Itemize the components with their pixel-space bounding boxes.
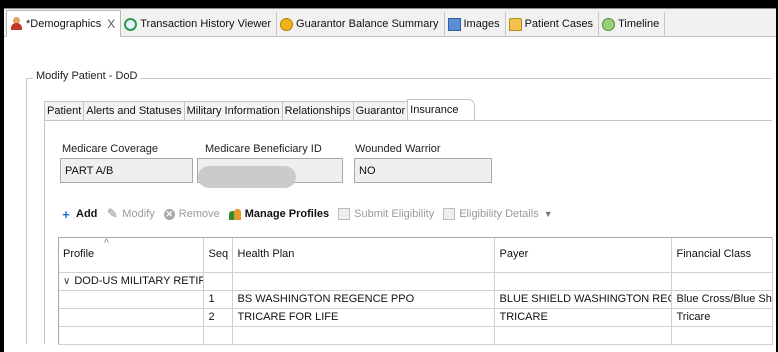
image-icon xyxy=(447,17,461,31)
tab-insurance[interactable]: Insurance xyxy=(407,99,476,120)
coin-icon xyxy=(280,17,294,31)
tab-guarantor[interactable]: Guarantor xyxy=(352,101,408,120)
table-row[interactable]: 1 BS WASHINGTON REGENCE PPO BLUE SHIELD … xyxy=(58,290,773,309)
column-header-seq[interactable]: Seq xyxy=(203,237,233,273)
group-label: DOD-US MILITARY RETIRED xyxy=(74,275,202,287)
tab-patient-cases[interactable]: Patient Cases xyxy=(506,12,600,36)
patient-subtab-bar: Patient Alerts and Statuses Military Inf… xyxy=(44,99,476,120)
eligibility-details-icon xyxy=(443,208,456,220)
folder-icon xyxy=(508,17,522,31)
wounded-warrior-field[interactable]: NO xyxy=(354,158,492,183)
medicare-beneficiary-id-label: Medicare Beneficiary ID xyxy=(205,143,322,155)
eligibility-details-button[interactable]: Eligibility Details xyxy=(443,208,539,220)
plus-icon: + xyxy=(62,206,70,222)
medicare-coverage-field[interactable]: PART A/B xyxy=(60,158,193,183)
insurance-toolbar: + Add ✎ Modify ✕ Remove Manage Profiles … xyxy=(60,205,553,223)
submit-eligibility-icon xyxy=(338,208,351,220)
eligibility-details-label: Eligibility Details xyxy=(459,208,539,220)
tab-transaction-history-viewer-label: Transaction History Viewer xyxy=(140,18,272,30)
profile-cell xyxy=(58,290,204,309)
column-header-profile-label: Profile xyxy=(63,248,95,261)
health-plan-cell: TRICARE FOR LIFE xyxy=(232,308,495,327)
tab-timeline[interactable]: Timeline xyxy=(599,12,666,36)
tab-demographics-label: *Demographics xyxy=(26,17,102,30)
add-label: Add xyxy=(76,208,98,220)
seq-cell: 2 xyxy=(203,308,233,327)
column-header-health-plan[interactable]: Health Plan xyxy=(232,237,495,273)
tab-patient[interactable]: Patient xyxy=(44,101,84,120)
tab-guarantor-balance-summary[interactable]: Guarantor Balance Summary xyxy=(277,12,445,36)
tab-guarantor-balance-summary-label: Guarantor Balance Summary xyxy=(296,18,439,30)
insurance-profiles-table: ^ Profile Seq Health Plan Payer Financial… xyxy=(58,237,773,345)
remove-icon: ✕ xyxy=(163,208,175,220)
group-cell: ∨ DOD-US MILITARY RETIRED xyxy=(58,272,204,291)
table-row xyxy=(58,326,773,345)
payer-cell: TRICARE xyxy=(494,308,672,327)
wounded-warrior-label: Wounded Warrior xyxy=(355,143,441,155)
seq-cell: 1 xyxy=(203,290,233,309)
financial-class-cell: Blue Cross/Blue Shield xyxy=(671,290,773,309)
submit-eligibility-label: Submit Eligibility xyxy=(354,208,435,220)
table-group-row[interactable]: ∨ DOD-US MILITARY RETIRED xyxy=(58,272,773,291)
tab-relationships[interactable]: Relationships xyxy=(281,101,353,120)
tab-timeline-label: Timeline xyxy=(618,18,660,30)
medicare-coverage-label: Medicare Coverage xyxy=(62,143,158,155)
profile-cell xyxy=(58,308,204,327)
tab-patient-cases-label: Patient Cases xyxy=(524,18,594,30)
remove-button[interactable]: ✕ Remove xyxy=(163,208,220,220)
patient-person-icon xyxy=(10,17,23,30)
manage-profiles-button[interactable]: Manage Profiles xyxy=(228,208,330,220)
table-header-row: ^ Profile Seq Health Plan Payer Financial… xyxy=(58,237,773,273)
payer-cell: BLUE SHIELD WASHINGTON REGENCE xyxy=(494,290,672,309)
tab-alerts-and-statuses[interactable]: Alerts and Statuses xyxy=(83,101,184,120)
modify-label: Modify xyxy=(122,208,155,220)
column-header-financial-class[interactable]: Financial Class xyxy=(671,237,773,273)
timeline-icon xyxy=(602,17,616,31)
remove-label: Remove xyxy=(178,208,220,220)
tab-military-information[interactable]: Military Information xyxy=(183,101,282,120)
submit-eligibility-button[interactable]: Submit Eligibility xyxy=(338,208,434,220)
redacted-value-mask xyxy=(198,166,296,188)
document-tab-bar: *Demographics X Transaction History View… xyxy=(4,9,776,37)
column-header-payer[interactable]: Payer xyxy=(494,237,672,273)
clock-icon xyxy=(124,17,138,31)
tab-images[interactable]: Images xyxy=(445,12,506,36)
column-header-profile[interactable]: ^ Profile xyxy=(58,237,204,273)
wand-icon: ✎ xyxy=(106,206,118,221)
sort-caret-icon: ^ xyxy=(104,238,109,249)
panel-title: Modify Patient - DoD xyxy=(33,70,141,82)
add-button[interactable]: + Add xyxy=(60,206,98,222)
table-row[interactable]: 2 TRICARE FOR LIFE TRICARE Tricare xyxy=(58,308,773,327)
tab-images-label: Images xyxy=(463,18,500,30)
tab-transaction-history-viewer[interactable]: Transaction History Viewer xyxy=(121,12,278,36)
chevron-down-icon[interactable]: ∨ xyxy=(63,276,70,287)
health-plan-cell: BS WASHINGTON REGENCE PPO xyxy=(232,290,495,309)
chevron-down-icon[interactable]: ▼ xyxy=(544,209,553,219)
modify-button[interactable]: ✎ Modify xyxy=(106,206,155,221)
users-icon xyxy=(228,208,241,220)
manage-profiles-label: Manage Profiles xyxy=(244,208,330,220)
tab-demographics[interactable]: *Demographics X xyxy=(6,10,122,37)
financial-class-cell: Tricare xyxy=(671,308,773,327)
close-icon[interactable]: X xyxy=(107,17,115,31)
